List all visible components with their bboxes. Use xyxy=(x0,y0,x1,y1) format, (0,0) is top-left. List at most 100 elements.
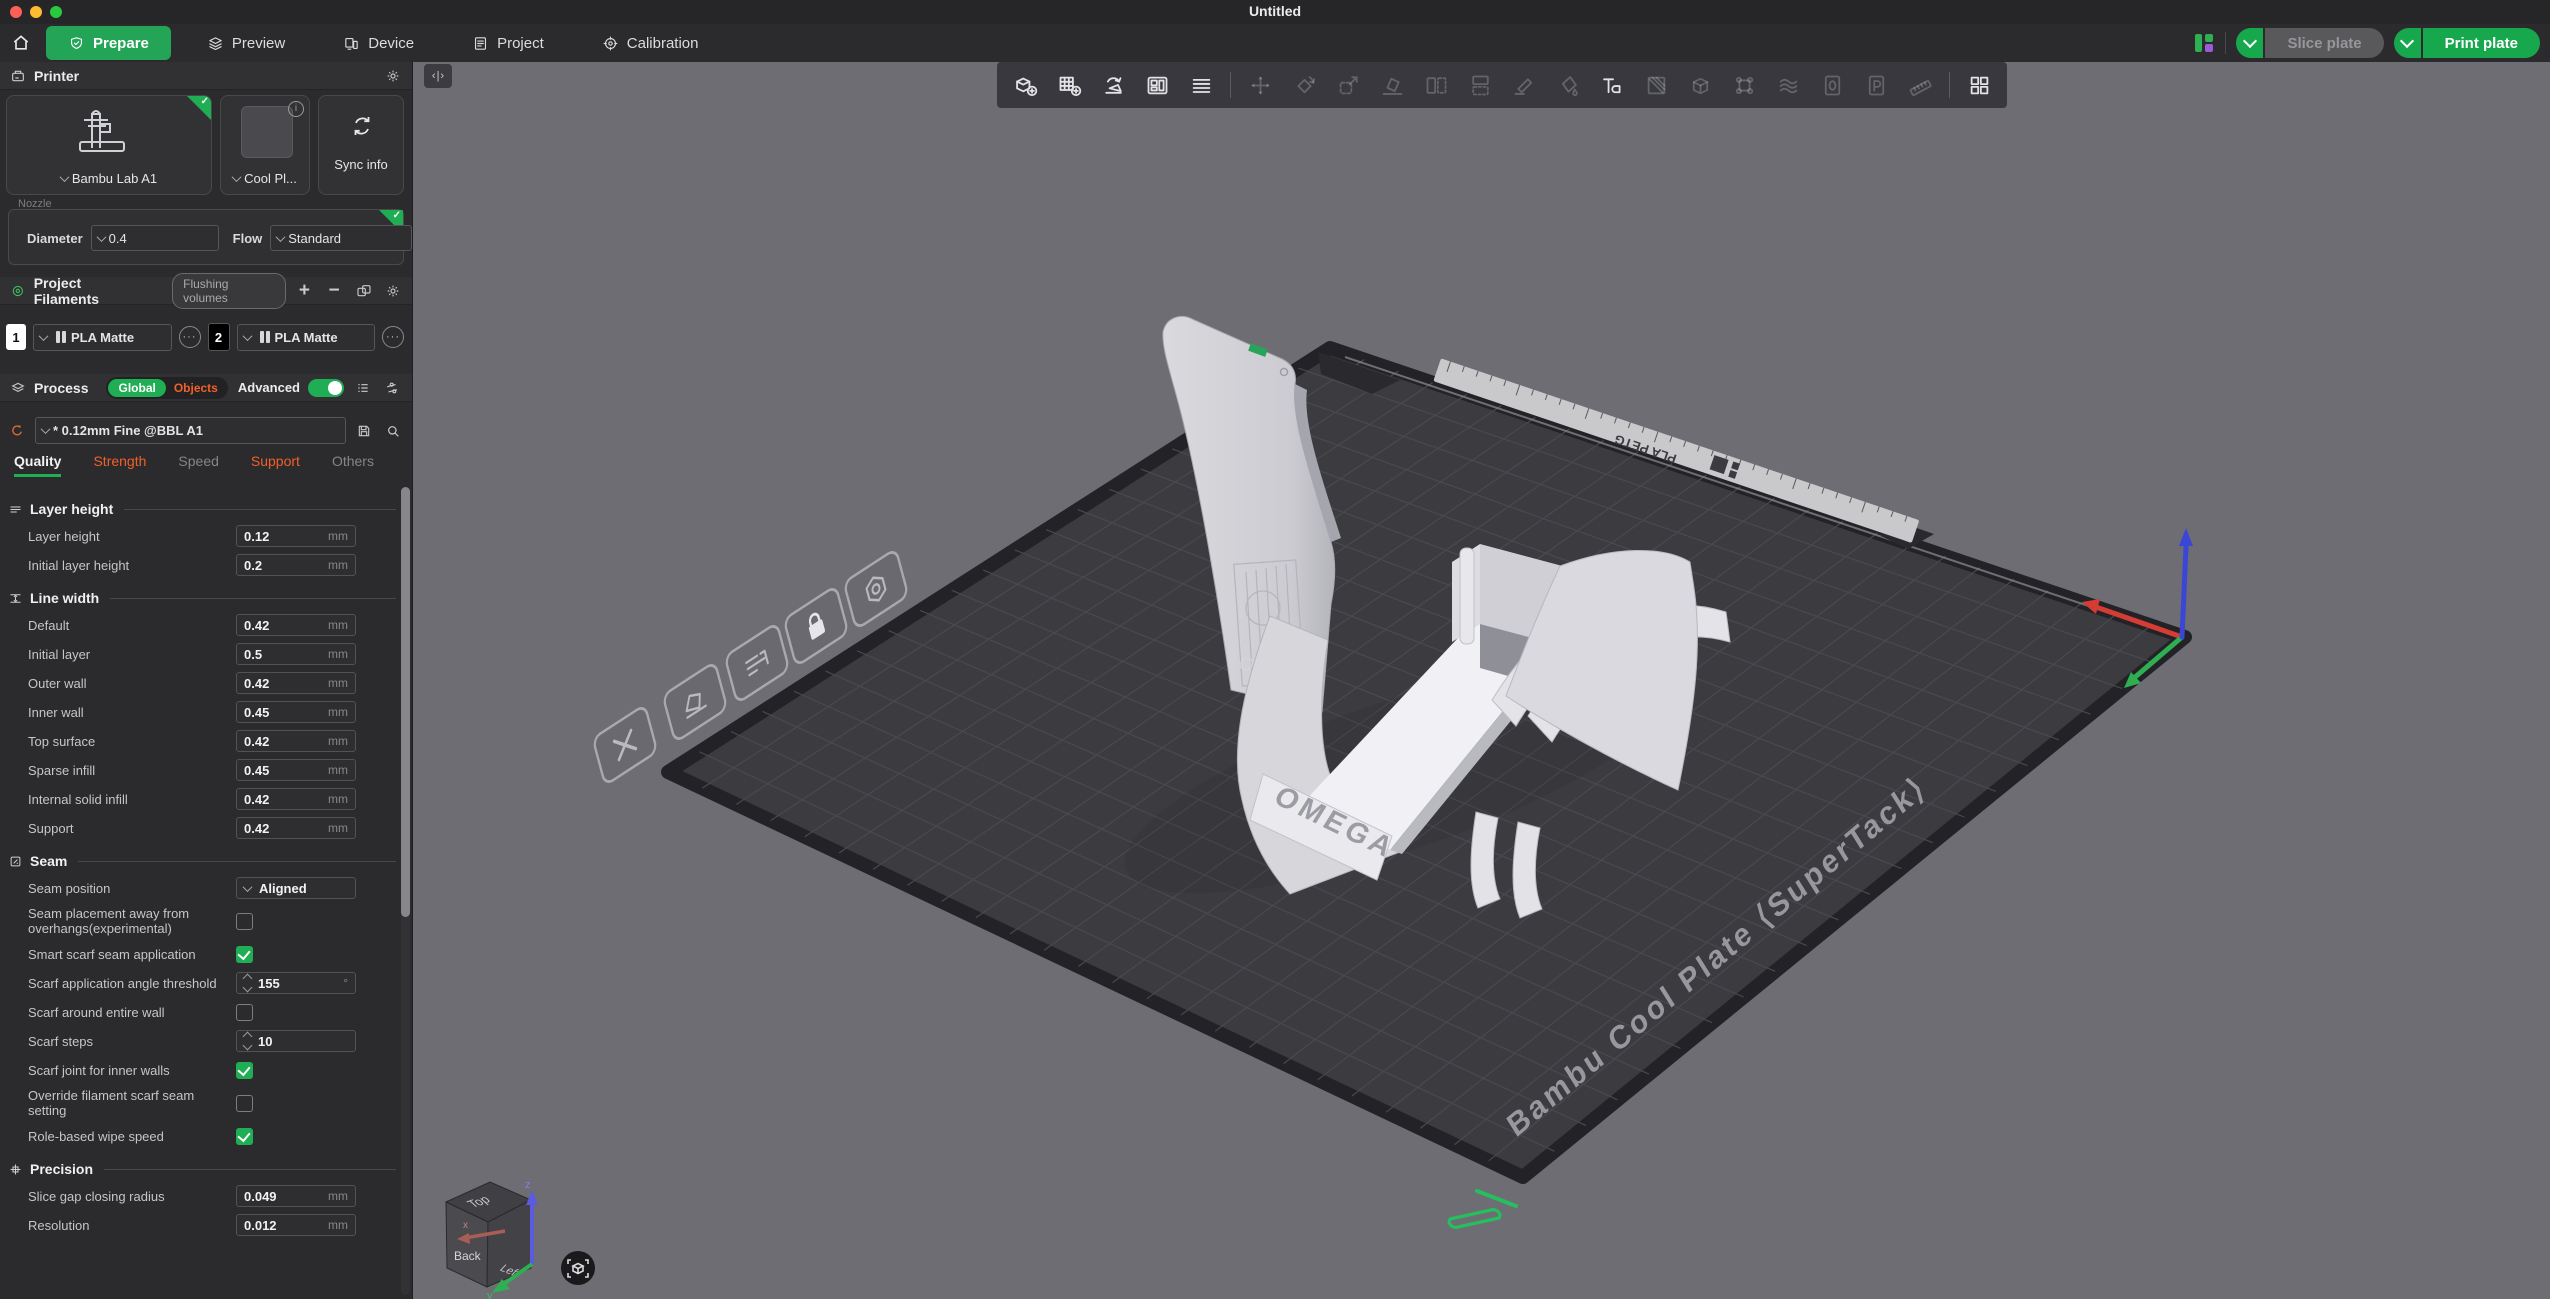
variable-layer-height-button[interactable] xyxy=(1810,65,1854,105)
process-tab-speed[interactable]: Speed xyxy=(178,453,218,477)
save-preset-button[interactable] xyxy=(353,420,375,442)
reset-preset-button[interactable] xyxy=(6,420,28,442)
print-plate-button[interactable]: Print plate xyxy=(2423,28,2540,58)
close-window-button[interactable] xyxy=(10,6,22,18)
support-paint-button[interactable] xyxy=(1722,65,1766,105)
measure-button[interactable] xyxy=(1898,65,1942,105)
scale-button[interactable] xyxy=(1326,65,1370,105)
process-tab-strength[interactable]: Strength xyxy=(93,453,146,477)
split-vertical-button[interactable] xyxy=(1458,65,1502,105)
spinner-arrows-icon[interactable] xyxy=(244,1033,251,1049)
spinner-arrows-icon[interactable] xyxy=(244,975,251,991)
value-input[interactable]: 0.42mm xyxy=(236,788,356,810)
seam-paint-button[interactable] xyxy=(1766,65,1810,105)
lock-plate-button[interactable] xyxy=(784,586,849,666)
auto-orient-button[interactable] xyxy=(1091,65,1135,105)
scope-objects-button[interactable]: Objects xyxy=(166,379,226,397)
home-button[interactable] xyxy=(4,26,38,60)
rotate-button[interactable] xyxy=(1282,65,1326,105)
checkbox[interactable] xyxy=(236,1128,253,1145)
checkbox[interactable] xyxy=(236,913,253,930)
lay-on-face-button[interactable] xyxy=(1370,65,1414,105)
checkbox[interactable] xyxy=(236,1095,253,1112)
slice-plate-button[interactable]: Slice plate xyxy=(2265,28,2383,58)
tab-project[interactable]: Project xyxy=(450,26,566,60)
sidebar-collapse-button[interactable]: ‹|› xyxy=(424,64,452,88)
tab-prepare[interactable]: Prepare xyxy=(46,26,171,60)
value-input[interactable]: 0.45mm xyxy=(236,701,356,723)
viewport-3d[interactable]: Bambu Cool Plate ⟨SuperTack⟩ PLA PETG xyxy=(413,62,2550,1299)
filament-settings-button[interactable] xyxy=(382,280,404,302)
value-input[interactable]: 0.049mm xyxy=(236,1185,356,1207)
printer-card[interactable]: Bambu Lab A1 xyxy=(6,95,212,195)
color-paint-button[interactable] xyxy=(1546,65,1590,105)
value-input[interactable]: 0.42mm xyxy=(236,614,356,636)
split-horizontal-button[interactable] xyxy=(1414,65,1458,105)
process-tab-quality[interactable]: Quality xyxy=(14,453,61,477)
filament-options-button[interactable]: ··· xyxy=(382,326,404,348)
minimize-window-button[interactable] xyxy=(30,6,42,18)
search-settings-button[interactable] xyxy=(382,420,404,442)
add-plate-button[interactable] xyxy=(1047,65,1091,105)
filament-select-1[interactable]: PLA Matte xyxy=(33,324,172,351)
filament-options-button[interactable]: ··· xyxy=(179,326,201,348)
value-spinner[interactable]: 10 xyxy=(236,1030,356,1052)
advanced-toggle[interactable] xyxy=(308,379,344,397)
modifier-button[interactable] xyxy=(1634,65,1678,105)
auto-orient-plate-button[interactable] xyxy=(663,662,728,742)
split-to-objects-button[interactable] xyxy=(1179,65,1223,105)
value-input[interactable]: 0.42mm xyxy=(236,730,356,752)
print-plate-menu-button[interactable] xyxy=(2394,28,2421,58)
flushing-volumes-button[interactable]: Flushing volumes xyxy=(172,273,286,309)
process-param-button[interactable] xyxy=(1854,65,1898,105)
parameter-tune-button[interactable] xyxy=(382,377,404,399)
viewport-settings-button[interactable] xyxy=(561,1251,595,1285)
app-grid-icon[interactable] xyxy=(2193,32,2215,54)
filament-select-2[interactable]: PLA Matte xyxy=(237,324,376,351)
sidebar-scrollbar-thumb[interactable] xyxy=(401,487,410,917)
move-button[interactable] xyxy=(1238,65,1282,105)
value-input[interactable]: 0.012mm xyxy=(236,1214,356,1236)
filament-swap-button[interactable] xyxy=(353,280,375,302)
cut-button[interactable] xyxy=(1502,65,1546,105)
value-input[interactable]: 0.5mm xyxy=(236,643,356,665)
delete-plate-button[interactable] xyxy=(593,705,658,785)
parameter-list-button[interactable] xyxy=(352,377,374,399)
add-filament-button[interactable]: + xyxy=(294,280,316,302)
plate-card[interactable]: i Cool Pl... xyxy=(220,95,310,195)
checkbox[interactable] xyxy=(236,1004,253,1021)
slice-plate-menu-button[interactable] xyxy=(2236,28,2263,58)
text-button[interactable] xyxy=(1590,65,1634,105)
zoom-window-button[interactable] xyxy=(50,6,62,18)
value-input[interactable]: 0.42mm xyxy=(236,817,356,839)
process-preset-select[interactable]: * 0.12mm Fine @BBL A1 xyxy=(35,417,346,444)
process-tab-others[interactable]: Others xyxy=(332,453,374,477)
value-input[interactable]: 0.12mm xyxy=(236,525,356,547)
value-select[interactable]: Aligned xyxy=(236,877,356,899)
tab-preview[interactable]: Preview xyxy=(185,26,307,60)
scope-global-button[interactable]: Global xyxy=(108,379,165,397)
value-input[interactable]: 0.42mm xyxy=(236,672,356,694)
arrange-plate-button[interactable] xyxy=(725,623,790,703)
nozzle-flow-select[interactable]: Standard xyxy=(270,225,412,251)
checkbox[interactable] xyxy=(236,1062,253,1079)
info-icon[interactable]: i xyxy=(288,101,304,117)
tab-device[interactable]: Device xyxy=(321,26,436,60)
arrange-button[interactable] xyxy=(1135,65,1179,105)
view-cube[interactable]: Top Back Left x z y xyxy=(446,1179,538,1299)
sync-info-card[interactable]: Sync info xyxy=(318,95,404,195)
value-input[interactable]: 0.45mm xyxy=(236,759,356,781)
nozzle-diameter-select[interactable]: 0.4 xyxy=(91,225,219,251)
printer-select[interactable]: Bambu Lab A1 xyxy=(7,171,211,186)
plate-select[interactable]: Cool Pl... xyxy=(221,171,309,186)
add-object-button[interactable] xyxy=(1003,65,1047,105)
assembly-view-button[interactable] xyxy=(1957,65,2001,105)
mesh-boolean-button[interactable] xyxy=(1678,65,1722,105)
checkbox[interactable] xyxy=(236,946,253,963)
printer-settings-button[interactable] xyxy=(382,65,404,87)
value-input[interactable]: 0.2mm xyxy=(236,554,356,576)
process-tab-support[interactable]: Support xyxy=(251,453,300,477)
tab-calibration[interactable]: Calibration xyxy=(580,26,721,60)
value-spinner[interactable]: 155° xyxy=(236,972,356,994)
remove-filament-button[interactable]: − xyxy=(323,280,345,302)
